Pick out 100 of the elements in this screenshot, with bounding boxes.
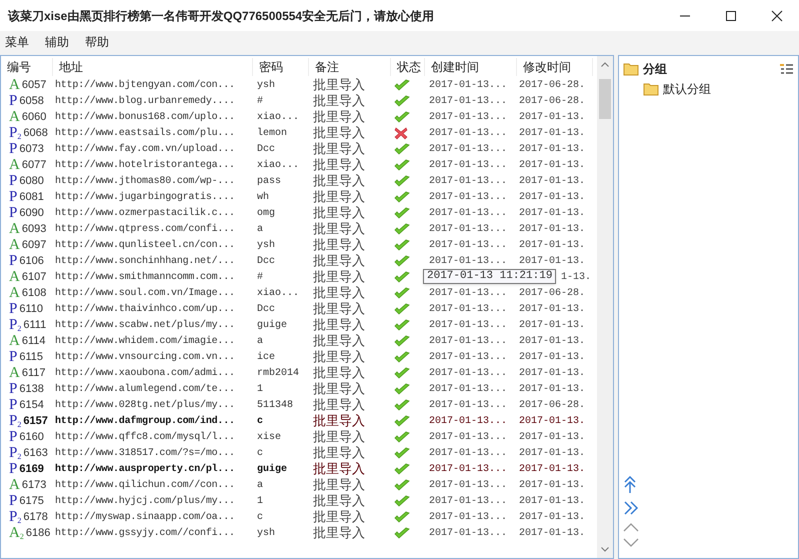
table-cell: ysh [257,80,276,90]
table-cell-text: 6114 [22,334,46,349]
type-icon: P [9,349,18,365]
table-cell: rmb2014 [257,368,300,378]
table-cell-text: 2017-01-13... [429,142,508,156]
table-cell: xiao... [257,288,300,298]
table-cell: http://www.hyjcj.com/plus/my... [55,496,235,506]
column-header[interactable]: 创建时间 [425,58,517,76]
menu-item[interactable]: 菜单 [5,32,29,50]
tree-item[interactable]: 分组 [643,60,776,78]
table-cell: 2017-01-13. [519,304,586,314]
table-cell: 2017-01-13. [519,112,586,122]
type-icon: P [9,461,18,477]
table-cell: 2017-01-13. [519,416,586,426]
folder-icon [623,62,639,76]
table-cell: 批里导入 [313,397,365,412]
type-icon: P [9,141,18,157]
list-icon[interactable] [780,63,794,75]
table-cell: http://www.xaoubona.com/admi... [55,368,235,378]
maximize-icon[interactable] [725,10,737,22]
table-cell-text: 2017-01-13... [429,430,508,444]
type-icon: P [9,93,18,109]
menu-item[interactable]: 辅助 [45,32,69,50]
table-cell-text: 6057 [22,78,46,93]
table-cell-text: 6175 [19,494,44,509]
column-header[interactable]: 备注 [309,58,391,76]
table-cell: http://www.scabw.net/plus/my... [55,320,235,330]
table-cell-text: 6090 [19,206,44,221]
double-up-arrow-icon[interactable] [623,476,637,494]
table-cell: http://www.fay.com.vn/upload... [55,144,235,154]
tree-item[interactable]: 默认分组 [663,80,711,98]
table-cell: http://www.vnsourcing.com.vn... [55,352,235,362]
table-cell-text: 6107 [22,270,46,285]
chevron-down-icon[interactable] [623,538,639,548]
table-cell: 2017-01-13. [519,352,586,362]
type-icon: P [9,253,18,269]
table-cell-text: 6154 [19,398,44,413]
table-cell-text: 2017-01-13... [429,446,508,460]
table-cell-text: 6081 [19,190,44,205]
table-cell: 批里导入 [313,493,365,508]
table-cell: 2017-01-13. [519,480,586,490]
table-cell-text: 2017-01-13... [429,462,508,476]
table-cell: ysh [257,240,276,250]
table-cell-text: 2017-01-13... [429,222,508,236]
table-cell: xiao... [257,160,300,170]
table-cell: http://www.thaivinhco.com/up... [55,304,235,314]
scrollbar-thumb[interactable] [599,79,611,119]
column-header[interactable]: 修改时间 [517,58,593,76]
table-cell: http://www.318517.com/?s=/mo... [55,448,235,458]
table-cell: 批里导入 [313,173,365,188]
table-cell: 2017-01-13. [519,208,586,218]
table-cell: 批里导入 [313,349,365,364]
type-icon: A [9,285,20,301]
table-cell: lemon [257,128,288,138]
table-cell-text: 2017-01-13... [429,526,508,540]
table-cell: 批里导入 [313,365,365,380]
table-cell: http://www.bjtengyan.com/con... [55,80,235,90]
column-header[interactable]: 密码 [253,58,309,76]
table-cell: xiao... [257,112,300,122]
table-cell-text: 6106 [19,254,44,269]
table-cell: http://www.gssyjy.com//confi... [55,528,235,538]
table-cell: 2017-01-13. [519,192,586,202]
table-cell-text: 2017-01-13... [429,382,508,396]
table-cell-text: 6097 [22,238,46,253]
table-cell: # [257,96,264,106]
scrollbar[interactable] [597,56,613,558]
column-header[interactable]: 状态 [391,58,425,76]
table-cell-text: 6058 [19,94,44,109]
scroll-up-icon[interactable] [601,62,609,67]
menu-item[interactable]: 帮助 [85,32,109,50]
chevron-up-icon[interactable] [623,522,639,532]
table-cell: 511348 [257,400,294,410]
table-cell: a [257,336,264,346]
close-icon[interactable] [771,10,783,22]
table-cell-text: 2017-01-13... [429,110,508,124]
type-icon: A [9,157,20,173]
table-cell-text: 6110 [19,302,43,317]
table-cell: 2017-01-13. [519,512,586,522]
table-cell: Dcc [257,256,276,266]
table-cell: wh [257,192,270,202]
table-cell: http://www.ozmerpastacilik.c... [55,208,235,218]
scroll-down-icon[interactable] [601,547,609,552]
table-cell: guige [257,320,288,330]
type-icon: P [9,429,18,445]
double-chevron-right-icon[interactable] [623,500,639,516]
table-cell: 2017-06-28. [519,80,586,90]
table-cell: http://www.qtpress.com/confi... [55,224,235,234]
table-cell: 批里导入 [313,141,365,156]
table-cell-text: 6111 [23,318,46,333]
table-cell-text: 2017-01-13... [429,174,508,188]
column-header[interactable]: 地址 [53,58,253,76]
table-cell: xise [257,432,282,442]
table-cell: a [257,224,264,234]
table-cell-text: 2017-01-13... [429,494,508,508]
type-icon: A [9,237,20,253]
table-cell: 2017-01-13. [519,368,586,378]
table-cell: 2017-01-13. [519,448,586,458]
table-cell: omg [257,208,276,218]
column-header[interactable]: 编号 [1,58,53,76]
table-cell: # [257,272,264,282]
